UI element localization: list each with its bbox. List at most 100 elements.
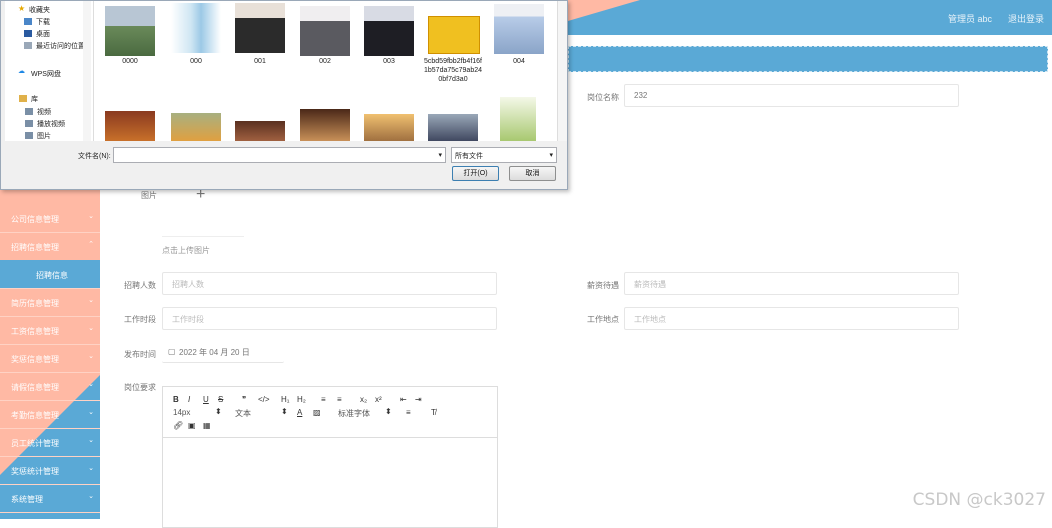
file-thumbnail-banner[interactable] xyxy=(428,16,480,54)
subscript-button[interactable]: x₂ xyxy=(360,395,367,404)
font-size-select[interactable]: 14px xyxy=(173,408,190,417)
font-family-select[interactable]: 标准字体 xyxy=(338,408,370,419)
sidebar-item-reward[interactable]: 奖惩信息管理 ⌄ xyxy=(0,344,100,373)
nav-library[interactable]: 库 xyxy=(31,94,38,104)
quote-button[interactable]: ❞ xyxy=(242,395,246,404)
publish-time-picker[interactable]: ▢ 2022 年 04 月 20 日 xyxy=(162,341,284,363)
outdent-button[interactable]: ⇤ xyxy=(400,395,407,404)
work-hours-label: 工作时段 xyxy=(124,315,156,324)
chevron-down-icon: ⌄ xyxy=(88,297,94,304)
nav-pane: ★ 收藏夹 下载 桌面 最近访问的位置 ☁ WPS网盘 库 视频 播放视频 图片 xyxy=(5,1,94,141)
work-hours-input[interactable]: 工作时段 xyxy=(162,307,497,330)
file-thumbnail-bus[interactable] xyxy=(105,6,155,56)
file-thumbnail-bottles[interactable] xyxy=(171,3,221,53)
sidebar-item-recruit-info[interactable]: 招聘信息 xyxy=(0,260,100,289)
file-thumbnail-woman-gray[interactable] xyxy=(300,6,350,56)
rich-text-editor[interactable]: B I U S ❞ </> H₁ H₂ ≡ ≡ x₂ x² ⇤ ⇥ 14px ⬍… xyxy=(162,386,498,528)
nav-favorites[interactable]: 收藏夹 xyxy=(29,5,50,15)
file-name: 004 xyxy=(513,58,525,65)
ordered-list-button[interactable]: ≡ xyxy=(321,395,326,404)
italic-button[interactable]: I xyxy=(188,395,190,404)
desktop-icon xyxy=(24,30,32,37)
sidebar-item-recruit[interactable]: 招聘信息管理 ⌃ xyxy=(0,232,100,261)
underline-button[interactable]: U xyxy=(203,395,209,404)
nav-downloads[interactable]: 下载 xyxy=(36,17,50,27)
sidebar-item-company[interactable]: 公司信息管理 ⌄ xyxy=(0,204,100,233)
watermark: CSDN @ck3027 xyxy=(912,490,1046,510)
link-icon[interactable]: 🔗︎ xyxy=(173,421,183,430)
star-icon: ★ xyxy=(18,4,26,13)
open-button[interactable]: 打开(O) xyxy=(452,166,499,181)
chevron-down-icon: ⌄ xyxy=(88,353,94,360)
file-thumbnail-meat[interactable] xyxy=(235,121,285,141)
sidebar-item-attendance[interactable]: 考勤信息管理 ⌄ xyxy=(0,400,100,429)
bold-button[interactable]: B xyxy=(173,395,179,404)
salary-input[interactable]: 薪资待遇 xyxy=(624,272,959,295)
updown-icon: ⬍ xyxy=(215,407,222,416)
logout-link[interactable]: 退出登录 xyxy=(1008,12,1044,25)
file-name: 000 xyxy=(190,58,202,65)
chevron-down-icon: ⌄ xyxy=(88,213,94,220)
font-color-icon[interactable]: A xyxy=(297,408,302,417)
updown-icon: ⬍ xyxy=(385,407,392,416)
indent-button[interactable]: ⇥ xyxy=(415,395,422,404)
file-thumbnail-food[interactable] xyxy=(105,111,155,141)
file-thumbnail-restaurant[interactable] xyxy=(300,109,350,141)
chevron-down-icon: ⌄ xyxy=(88,465,94,472)
file-grid-scrollbar[interactable] xyxy=(557,1,567,141)
nav-pictures[interactable]: 图片 xyxy=(37,131,51,141)
nav-desktop[interactable]: 桌面 xyxy=(36,29,50,39)
file-thumbnail-man-suit[interactable] xyxy=(364,6,414,56)
bullet-list-button[interactable]: ≡ xyxy=(337,395,342,404)
nav-play-videos[interactable]: 播放视频 xyxy=(37,119,65,129)
filename-label: 文件名(N): xyxy=(78,153,111,160)
position-name-input[interactable]: 232 xyxy=(624,84,959,107)
breadcrumb-bar xyxy=(568,46,1048,72)
file-thumbnail-drink[interactable] xyxy=(500,97,536,141)
headcount-input[interactable]: 招聘人数 xyxy=(162,272,497,295)
filename-input[interactable]: ▾ xyxy=(113,147,446,163)
download-icon xyxy=(24,18,32,25)
strike-button[interactable]: S xyxy=(218,395,223,404)
chevron-down-icon: ⌄ xyxy=(88,325,94,332)
headcount-label: 招聘人数 xyxy=(124,281,156,290)
file-grid: 0000 000 001 002 003 5cbd59fbb2fb4f16f1b… xyxy=(94,1,557,141)
code-block-button[interactable]: </> xyxy=(258,395,270,404)
file-thumbnail-dishes[interactable] xyxy=(171,113,221,141)
cancel-button[interactable]: 取消 xyxy=(509,166,556,181)
salary-label: 薪资待遇 xyxy=(587,281,619,290)
text-type-select[interactable]: 文本 xyxy=(235,408,251,419)
sidebar-item-system[interactable]: 系统管理 ⌄ xyxy=(0,484,100,513)
dropdown-arrow-icon: ▾ xyxy=(438,152,442,159)
sidebar-item-salary[interactable]: 工资信息管理 ⌄ xyxy=(0,316,100,345)
file-thumbnail-woman-suit[interactable] xyxy=(235,3,285,53)
filetype-select[interactable]: 所有文件 ▾ xyxy=(451,147,557,163)
chevron-up-icon: ⌃ xyxy=(88,241,94,248)
file-thumbnail-hall[interactable] xyxy=(364,114,414,141)
recent-icon xyxy=(24,42,32,49)
sidebar-item-reward-stats[interactable]: 奖惩统计管理 ⌄ xyxy=(0,456,100,485)
sidebar-item-leave[interactable]: 请假信息管理 ⌄ xyxy=(0,372,100,401)
library-icon xyxy=(19,95,27,102)
video-icon[interactable]: ▦ xyxy=(203,421,211,430)
nav-scrollbar[interactable] xyxy=(83,1,91,141)
nav-recent[interactable]: 最近访问的位置 xyxy=(36,41,85,51)
editor-toolbar: B I U S ❞ </> H₁ H₂ ≡ ≡ x₂ x² ⇤ ⇥ 14px ⬍… xyxy=(163,387,497,438)
file-name: 0000 xyxy=(122,58,138,65)
nav-wps-cloud[interactable]: WPS网盘 xyxy=(31,69,61,79)
file-thumbnail-office[interactable] xyxy=(428,114,478,141)
work-location-input[interactable]: 工作地点 xyxy=(624,307,959,330)
clear-format-icon[interactable]: T̸ xyxy=(431,408,436,417)
sidebar-item-staff-stats[interactable]: 员工统计管理 ⌄ xyxy=(0,428,100,457)
superscript-button[interactable]: x² xyxy=(375,395,382,404)
header1-button[interactable]: H₁ xyxy=(281,395,289,404)
align-icon[interactable]: ≡ xyxy=(406,408,411,417)
chevron-down-icon: ⌄ xyxy=(88,493,94,500)
image-icon[interactable]: ▣ xyxy=(188,421,196,430)
header2-button[interactable]: H₂ xyxy=(297,395,306,404)
publish-time-label: 发布时间 xyxy=(124,350,156,359)
nav-videos[interactable]: 视频 xyxy=(37,107,51,117)
file-thumbnail-man-shirt[interactable] xyxy=(494,4,544,54)
sidebar-item-resume[interactable]: 简历信息管理 ⌄ xyxy=(0,288,100,317)
highlight-icon[interactable]: ▨ xyxy=(313,408,321,417)
